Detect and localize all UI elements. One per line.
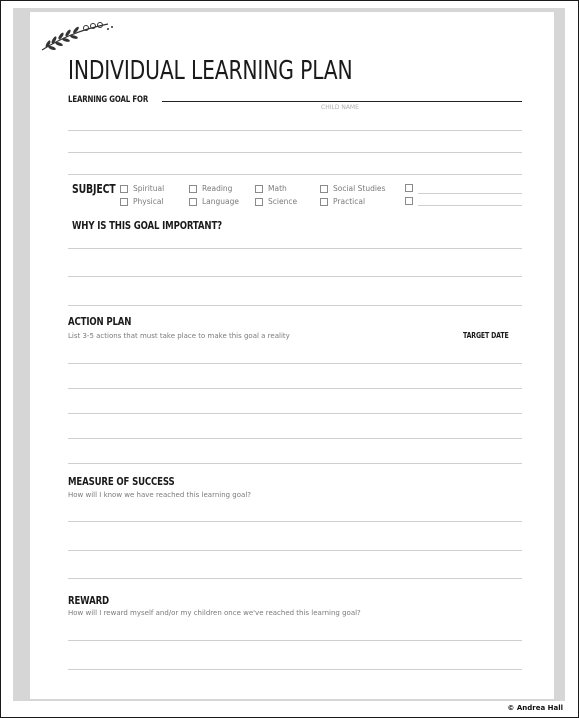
other-subject-line-1 (418, 193, 522, 194)
option-label: Math (268, 184, 287, 193)
why-line-2 (68, 276, 522, 277)
checkbox[interactable] (189, 197, 197, 206)
checkbox[interactable] (255, 184, 263, 193)
measure-of-success-question: How will I know we have reached this lea… (68, 491, 251, 499)
option-label: Physical (133, 197, 164, 206)
checkbox[interactable] (255, 197, 263, 206)
action-line-2 (68, 388, 522, 389)
option-label: Reading (202, 184, 233, 193)
learning-goal-for-label: LEARNING GOAL FOR (68, 95, 149, 105)
checkbox[interactable] (405, 197, 413, 205)
measure-of-success-heading: MEASURE OF SUCCESS (68, 475, 175, 488)
goal-line-2 (68, 152, 522, 153)
checkbox[interactable] (320, 197, 328, 206)
option-label: Practical (333, 197, 366, 206)
reward-line-1 (68, 640, 522, 641)
why-important-heading: WHY IS THIS GOAL IMPORTANT? (72, 219, 222, 232)
reward-heading: REWARD (68, 594, 109, 607)
measure-line-3 (68, 578, 522, 579)
subject-option-spiritual[interactable]: Spiritual (120, 184, 164, 193)
laurel-decoration-icon (41, 22, 113, 51)
subject-label: SUBJECT (72, 182, 116, 196)
reward-question: How will I reward myself and/or my child… (68, 609, 361, 617)
action-line-4 (68, 438, 522, 439)
child-name-caption: CHILD NAME (321, 104, 359, 111)
goal-line-1 (68, 130, 522, 131)
page-title: INDIVIDUAL LEARNING PLAN (68, 56, 353, 86)
option-label: Spiritual (133, 184, 165, 193)
subject-option-other-2[interactable] (405, 197, 418, 205)
checkbox[interactable] (120, 197, 128, 206)
action-line-5 (68, 463, 522, 464)
target-date-label: TARGET DATE (463, 331, 509, 340)
option-label: Science (268, 197, 298, 206)
measure-line-2 (68, 550, 522, 551)
action-plan-instruction: List 3-5 actions that must take place to… (68, 332, 290, 340)
reward-line-2 (68, 669, 522, 670)
child-name-line (162, 101, 522, 102)
action-plan-heading: ACTION PLAN (68, 315, 132, 328)
subject-option-other-1[interactable] (405, 184, 418, 192)
copyright-credit: © Andrea Hall (507, 704, 563, 712)
checkbox[interactable] (189, 184, 197, 193)
checkbox[interactable] (405, 184, 413, 192)
subject-option-reading[interactable]: Reading (189, 184, 232, 193)
subject-option-language[interactable]: Language (189, 197, 239, 206)
subject-option-science[interactable]: Science (255, 197, 297, 206)
option-label: Social Studies (333, 184, 386, 193)
other-subject-line-2 (418, 205, 522, 206)
option-label: Language (202, 197, 240, 206)
checkbox[interactable] (120, 184, 128, 193)
subject-option-practical[interactable]: Practical (320, 197, 365, 206)
worksheet: INDIVIDUAL LEARNING PLAN LEARNING GOAL F… (30, 12, 554, 699)
measure-line-1 (68, 521, 522, 522)
checkbox[interactable] (320, 184, 328, 193)
subject-option-social-studies[interactable]: Social Studies (320, 184, 385, 193)
action-line-1 (68, 363, 522, 364)
action-line-3 (68, 413, 522, 414)
subject-option-math[interactable]: Math (255, 184, 287, 193)
why-line-1 (68, 248, 522, 249)
why-line-3 (68, 305, 522, 306)
subject-option-physical[interactable]: Physical (120, 197, 164, 206)
goal-line-3 (68, 174, 522, 175)
